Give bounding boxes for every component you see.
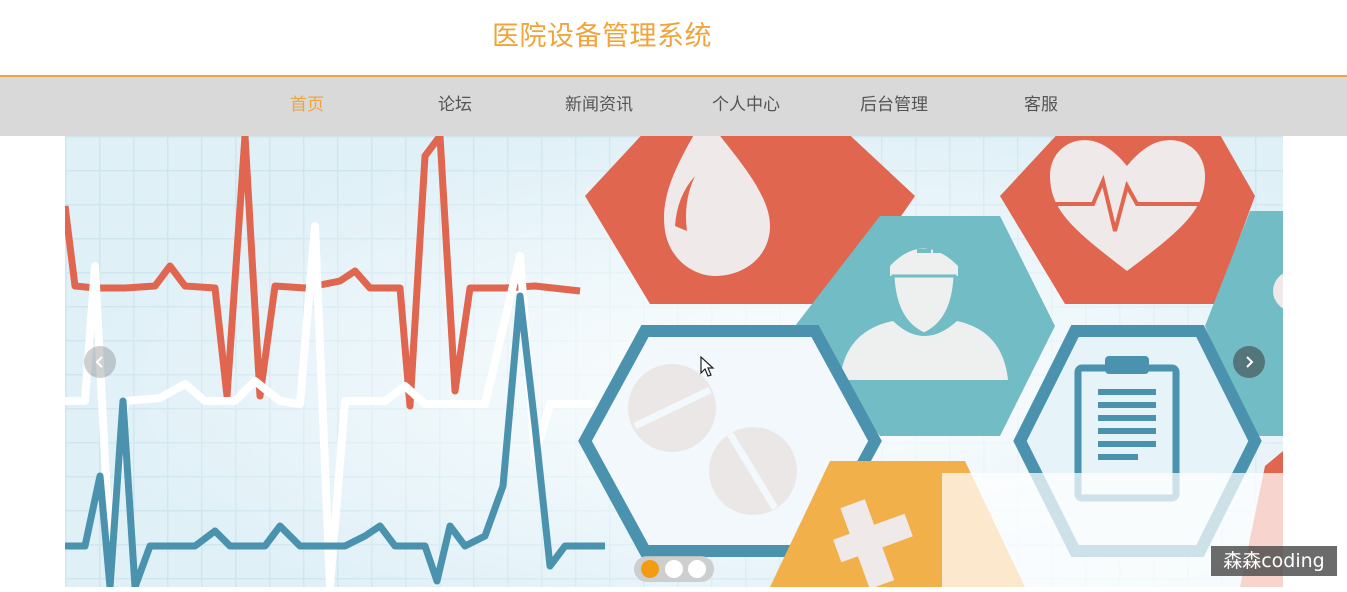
next-arrow-icon bbox=[1246, 356, 1254, 368]
carousel-prev-button[interactable] bbox=[84, 346, 116, 378]
watermark: 森森coding bbox=[1211, 546, 1337, 576]
main-navbar: 首页 论坛 新闻资讯 个人中心 后台管理 客服 bbox=[0, 77, 1347, 136]
carousel-dot-1[interactable] bbox=[641, 560, 659, 578]
site-title: 医院设备管理系统 bbox=[492, 21, 712, 52]
nav-item-news[interactable]: 新闻资讯 bbox=[539, 77, 659, 136]
nav-item-admin[interactable]: 后台管理 bbox=[834, 77, 954, 136]
nav-item-customer-service[interactable]: 客服 bbox=[981, 77, 1101, 136]
nav-item-forum[interactable]: 论坛 bbox=[395, 77, 515, 136]
carousel-next-button[interactable] bbox=[1233, 346, 1265, 378]
mouse-cursor-icon bbox=[700, 356, 715, 377]
nav-item-home[interactable]: 首页 bbox=[247, 77, 367, 136]
carousel-indicators bbox=[634, 556, 714, 582]
site-header: 医院设备管理系统 bbox=[0, 0, 1347, 77]
nav-item-personal-center[interactable]: 个人中心 bbox=[686, 77, 806, 136]
carousel-dot-3[interactable] bbox=[688, 560, 706, 578]
carousel-dot-2[interactable] bbox=[665, 560, 683, 578]
prev-arrow-icon bbox=[95, 356, 103, 368]
